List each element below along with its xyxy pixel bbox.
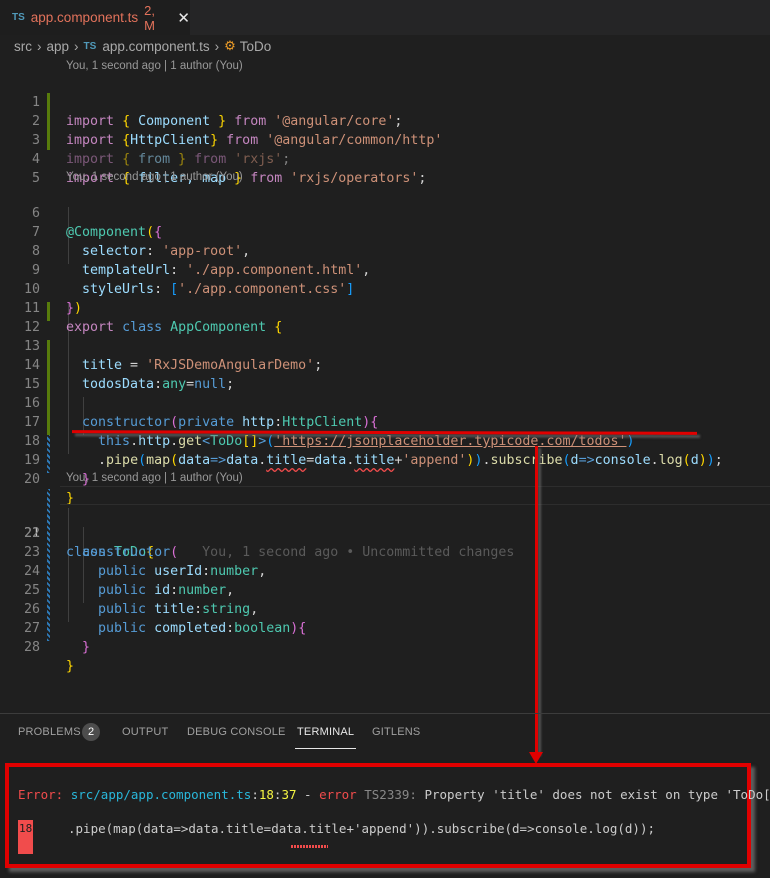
code-line-2: 2 import {HttpClient} from '@angular/com… — [0, 93, 770, 148]
editor-tab-bar: TS app.component.ts 2, M ✕ — [0, 0, 770, 35]
current-line-highlight — [60, 486, 770, 505]
git-codelens[interactable]: You, 1 second ago | 1 author (You) — [66, 470, 243, 486]
code-line-22: 22 constructor( — [0, 505, 770, 560]
code-line-27: 27 } — [0, 600, 770, 655]
code-line-25: 25 public title:string, — [0, 562, 770, 617]
terminal-line-number-badge: 18 — [18, 820, 33, 854]
code-line-8: 8 templateUrl: './app.component.html', — [0, 223, 770, 278]
code-editor[interactable]: You, 1 second ago | 1 author (You) 1 imp… — [0, 57, 770, 712]
chevron-right-icon: › — [74, 38, 79, 54]
tab-output[interactable]: OUTPUT — [122, 726, 168, 738]
code-line-16: 16 constructor(private http:HttpClient){ — [0, 375, 770, 430]
code-line-23: 23 public userId:number, — [0, 524, 770, 579]
close-icon[interactable]: ✕ — [177, 9, 190, 27]
code-line-4: 4 import { filter, map } from 'rxjs/oper… — [0, 131, 770, 186]
code-line-7: 7 selector: 'app-root', — [0, 204, 770, 259]
code-line-18: 18 .pipe(map(data=>data.title=data.title… — [0, 413, 770, 468]
class-symbol-icon: ⚙ — [224, 38, 236, 53]
breadcrumb-item-todo[interactable]: ToDo — [240, 39, 272, 54]
line-number: 28 — [23, 640, 40, 655]
breadcrumb-item-file[interactable]: app.component.ts — [102, 39, 209, 54]
panel-tab-bar: PROBLEMS 2 OUTPUT DEBUG CONSOLE TERMINAL… — [0, 714, 770, 752]
code-line-26: 26 public completed:boolean){ — [0, 581, 770, 636]
annotation-box — [5, 763, 751, 868]
code-line-15: 15 — [0, 356, 770, 392]
tab-problems[interactable]: PROBLEMS — [18, 726, 81, 738]
code-line-24: 24 public id:number, — [0, 543, 770, 598]
terminal-error-squiggle — [291, 845, 328, 848]
typescript-file-icon: TS — [12, 12, 25, 23]
code-line-19: 19 } — [0, 432, 770, 487]
code-line-13: 13 title = 'RxJSDemoAngularDemo'; — [0, 318, 770, 373]
error-file-link[interactable]: src/app/app.component.ts — [71, 787, 252, 802]
chevron-right-icon: › — [37, 38, 42, 54]
breadcrumb-item-src[interactable]: src — [14, 39, 32, 54]
tab-problems-badge: 2, M — [144, 2, 155, 33]
breadcrumb-item-app[interactable]: app — [47, 39, 70, 54]
tab-label: app.component.ts — [30, 10, 139, 25]
git-codelens[interactable]: You, 1 second ago | 1 author (You) — [66, 58, 243, 74]
code-line-1: 1 import { Component } from '@angular/co… — [0, 74, 770, 129]
typescript-file-icon: TS — [83, 40, 97, 52]
annotation-arrow-line — [535, 446, 538, 754]
code-line-9: 9 styleUrls: ['./app.component.css'] — [0, 242, 770, 297]
code-line-6: 6 @Component({ — [0, 185, 770, 240]
terminal-error-line: Error: src/app/app.component.ts:18:37 - … — [18, 787, 770, 802]
problems-count-badge: 2 — [82, 723, 100, 741]
code-line-10: 10 }) — [0, 261, 770, 316]
tab-terminal[interactable]: TERMINAL — [294, 726, 357, 749]
tab-gitlens[interactable]: GITLENS — [372, 726, 420, 738]
code-line-12: 12 — [0, 299, 770, 335]
chevron-right-icon: › — [214, 38, 220, 54]
code-line-3: 3 import { from } from 'rxjs'; — [0, 112, 770, 167]
code-line-20: 20 } — [0, 451, 770, 506]
terminal-source-line: .pipe(map(data=>data.title=data.title+'a… — [68, 821, 655, 836]
code-line-17: 17 this.http.get<ToDo[]>('https://jsonpl… — [0, 394, 770, 449]
code-line-14: 14 todosData:any=null; — [0, 337, 770, 392]
git-codelens[interactable]: You, 1 second ago | 1 author (You) — [66, 169, 243, 185]
code-line-28: 28 } — [0, 619, 770, 674]
breadcrumb: src › app › TS app.component.ts › ⚙ ToDo — [0, 35, 770, 57]
code-line-21: 21 class ToDo{ You, 1 second ago • Uncom… — [0, 486, 770, 560]
code-line-5: 5 — [0, 150, 770, 186]
tab-app-component-ts[interactable]: TS app.component.ts 2, M ✕ — [0, 0, 190, 35]
tab-debug-console[interactable]: DEBUG CONSOLE — [187, 726, 286, 738]
code-line-11: 11 export class AppComponent { — [0, 280, 770, 335]
